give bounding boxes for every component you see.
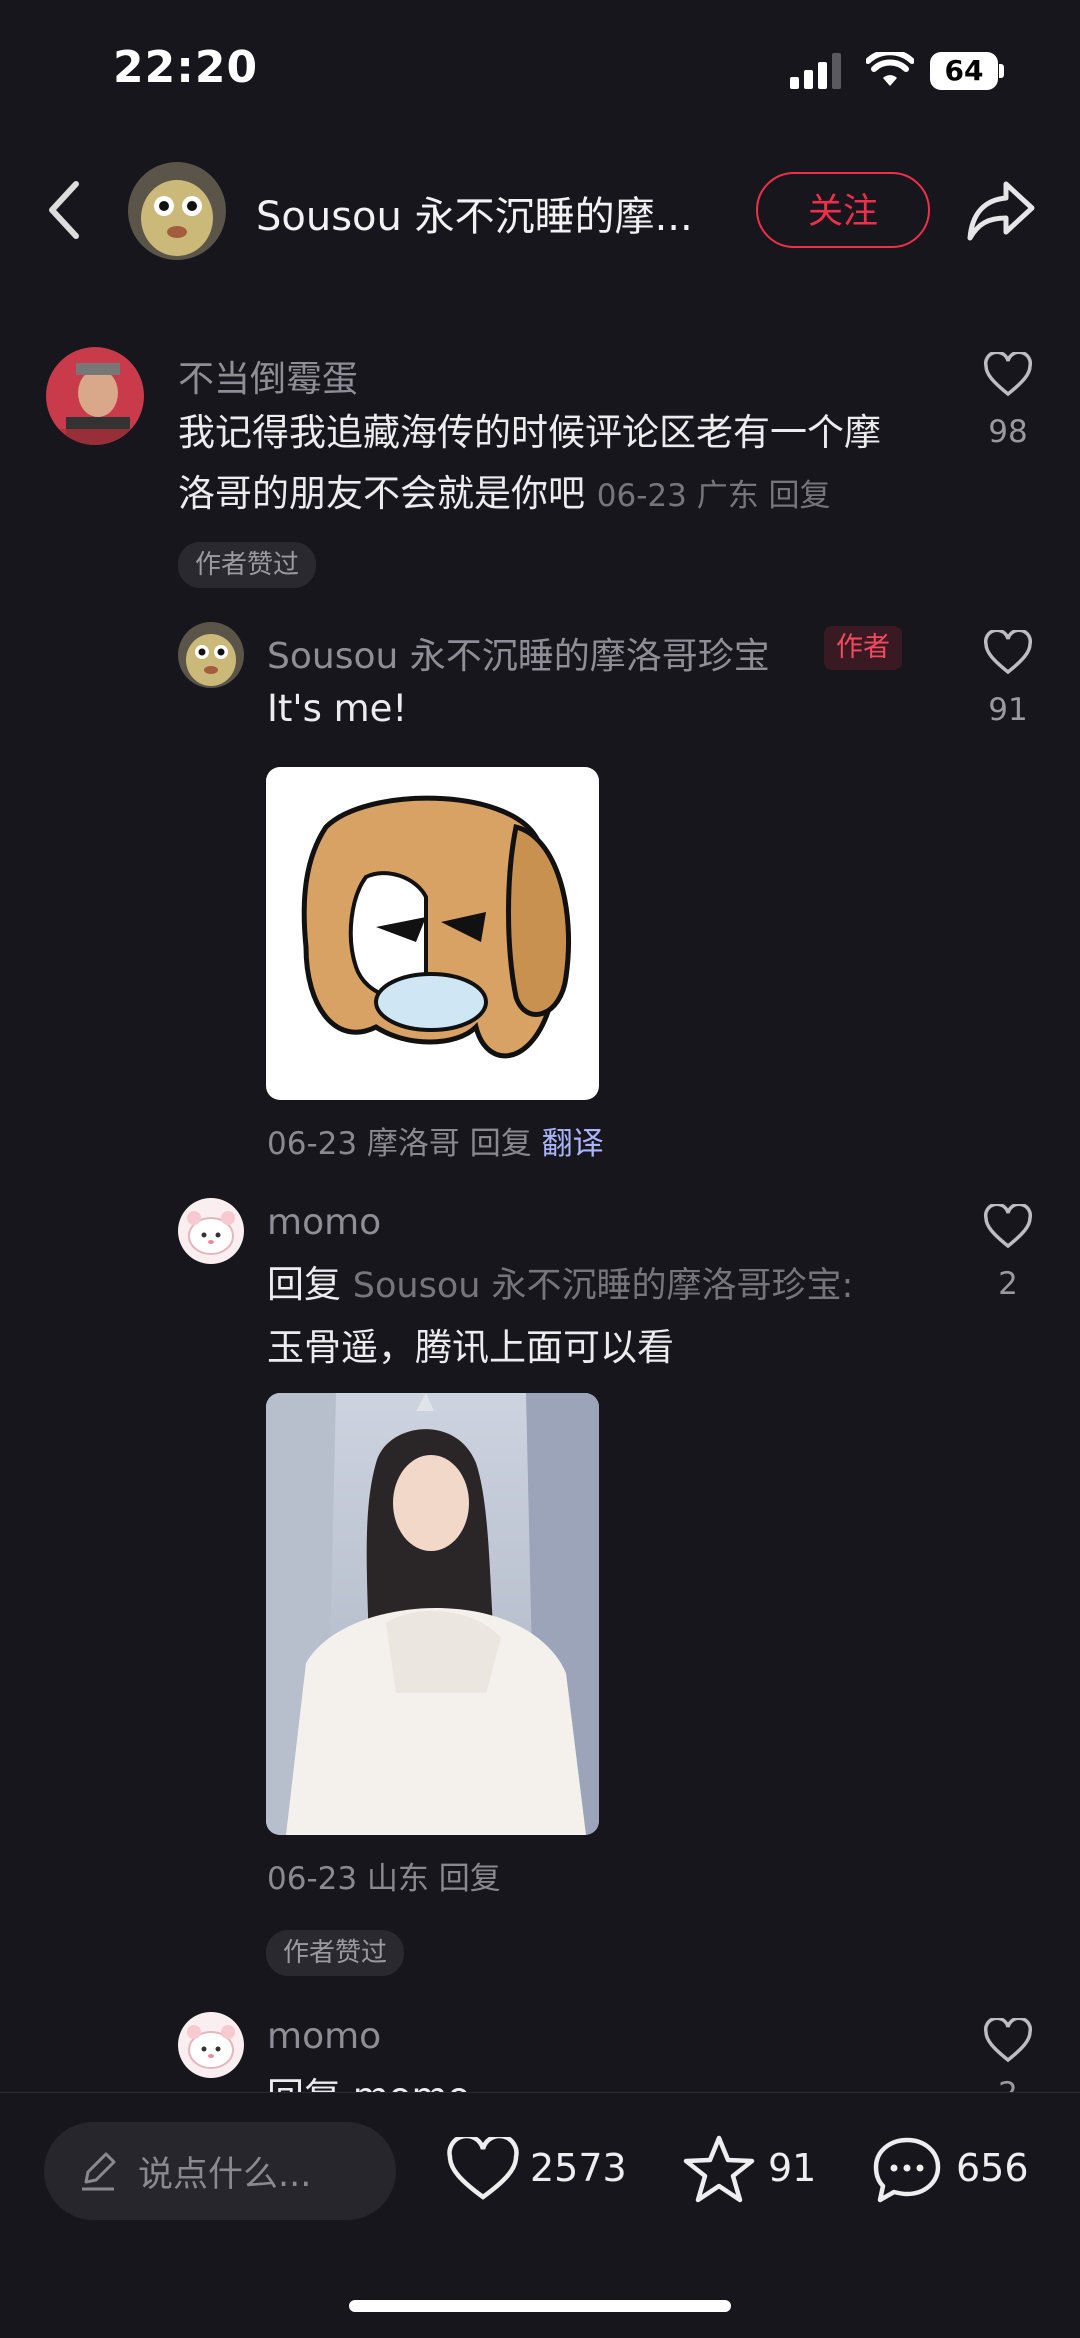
- avatar[interactable]: [178, 1198, 244, 1264]
- photo-image[interactable]: [266, 1393, 599, 1835]
- like-count: 98: [988, 414, 1028, 450]
- back-icon[interactable]: [44, 180, 84, 240]
- reply-to-user[interactable]: Sousou 永不沉睡的摩洛哥珍宝:: [353, 1266, 854, 1306]
- reply-username[interactable]: momo: [267, 1202, 381, 1243]
- follow-button[interactable]: 关注: [756, 172, 930, 248]
- like-count: 91: [988, 692, 1028, 728]
- page-title[interactable]: Sousou 永不沉睡的摩...: [256, 184, 726, 242]
- reply-text: 回复 momo: [267, 2066, 967, 2092]
- translate-button[interactable]: 翻译: [542, 1126, 604, 1162]
- reply-username[interactable]: momo: [267, 2016, 381, 2057]
- star-icon[interactable]: [682, 2134, 756, 2206]
- like-total[interactable]: 2573: [530, 2146, 627, 2190]
- pencil-icon: [82, 2152, 116, 2191]
- like-count: 2: [998, 1266, 1018, 1302]
- signal-icon: [790, 53, 841, 89]
- chat-icon[interactable]: [870, 2134, 944, 2206]
- reply-meta: 06-23 摩洛哥 回复 翻译: [267, 1118, 604, 1163]
- comment-total[interactable]: 656: [956, 2146, 1029, 2190]
- battery-level: 64: [930, 52, 998, 90]
- reply-body: 玉骨遥，腾讯上面可以看: [267, 1326, 674, 1369]
- comment-username[interactable]: 不当倒霉蛋: [178, 350, 358, 402]
- reply-username[interactable]: Sousou 永不沉睡的摩洛哥珍宝: [267, 627, 770, 679]
- author-tag: 作者: [824, 626, 902, 670]
- comment-text-line1: 我记得我追藏海传的时候评论区老有一个摩: [178, 411, 881, 454]
- reply-meta-text[interactable]: 06-23 摩洛哥 回复: [267, 1126, 532, 1162]
- heart-icon[interactable]: [983, 2018, 1033, 2064]
- favorite-total[interactable]: 91: [768, 2146, 816, 2190]
- sticker-image[interactable]: [266, 767, 599, 1100]
- like-count: 2: [968, 2076, 1048, 2092]
- author-liked-badge: 作者赞过: [266, 1930, 405, 1976]
- reply-text: 回复 Sousou 永不沉睡的摩洛哥珍宝: 玉骨遥，腾讯上面可以看: [267, 1254, 957, 1378]
- comment-text-line2: 洛哥的朋友不会就是你吧: [178, 472, 585, 515]
- comment-text: 我记得我追藏海传的时候评论区老有一个摩 洛哥的朋友不会就是你吧 06-23 广东…: [178, 402, 958, 527]
- share-icon[interactable]: [966, 178, 1036, 242]
- author-liked-badge: 作者赞过: [178, 542, 317, 588]
- heart-icon[interactable]: [983, 1204, 1033, 1250]
- comment-meta[interactable]: 06-23 广东 回复: [597, 478, 831, 514]
- heart-icon[interactable]: [446, 2137, 520, 2203]
- avatar[interactable]: [46, 347, 144, 445]
- home-indicator[interactable]: [349, 2300, 731, 2312]
- battery-icon: 64: [930, 52, 1004, 90]
- wifi-icon: [866, 52, 914, 86]
- header-avatar[interactable]: [128, 162, 226, 260]
- avatar[interactable]: [178, 2012, 244, 2078]
- reply-meta[interactable]: 06-23 山东 回复: [267, 1853, 501, 1898]
- heart-icon[interactable]: [983, 352, 1033, 398]
- avatar[interactable]: [178, 622, 244, 688]
- heart-icon[interactable]: [983, 630, 1033, 676]
- status-time: 22:20: [113, 42, 259, 93]
- reply-prefix: 回复: [267, 1263, 341, 1306]
- comment-input-placeholder[interactable]: 说点什么...: [138, 2146, 311, 2197]
- reply-text: It's me!: [267, 687, 408, 730]
